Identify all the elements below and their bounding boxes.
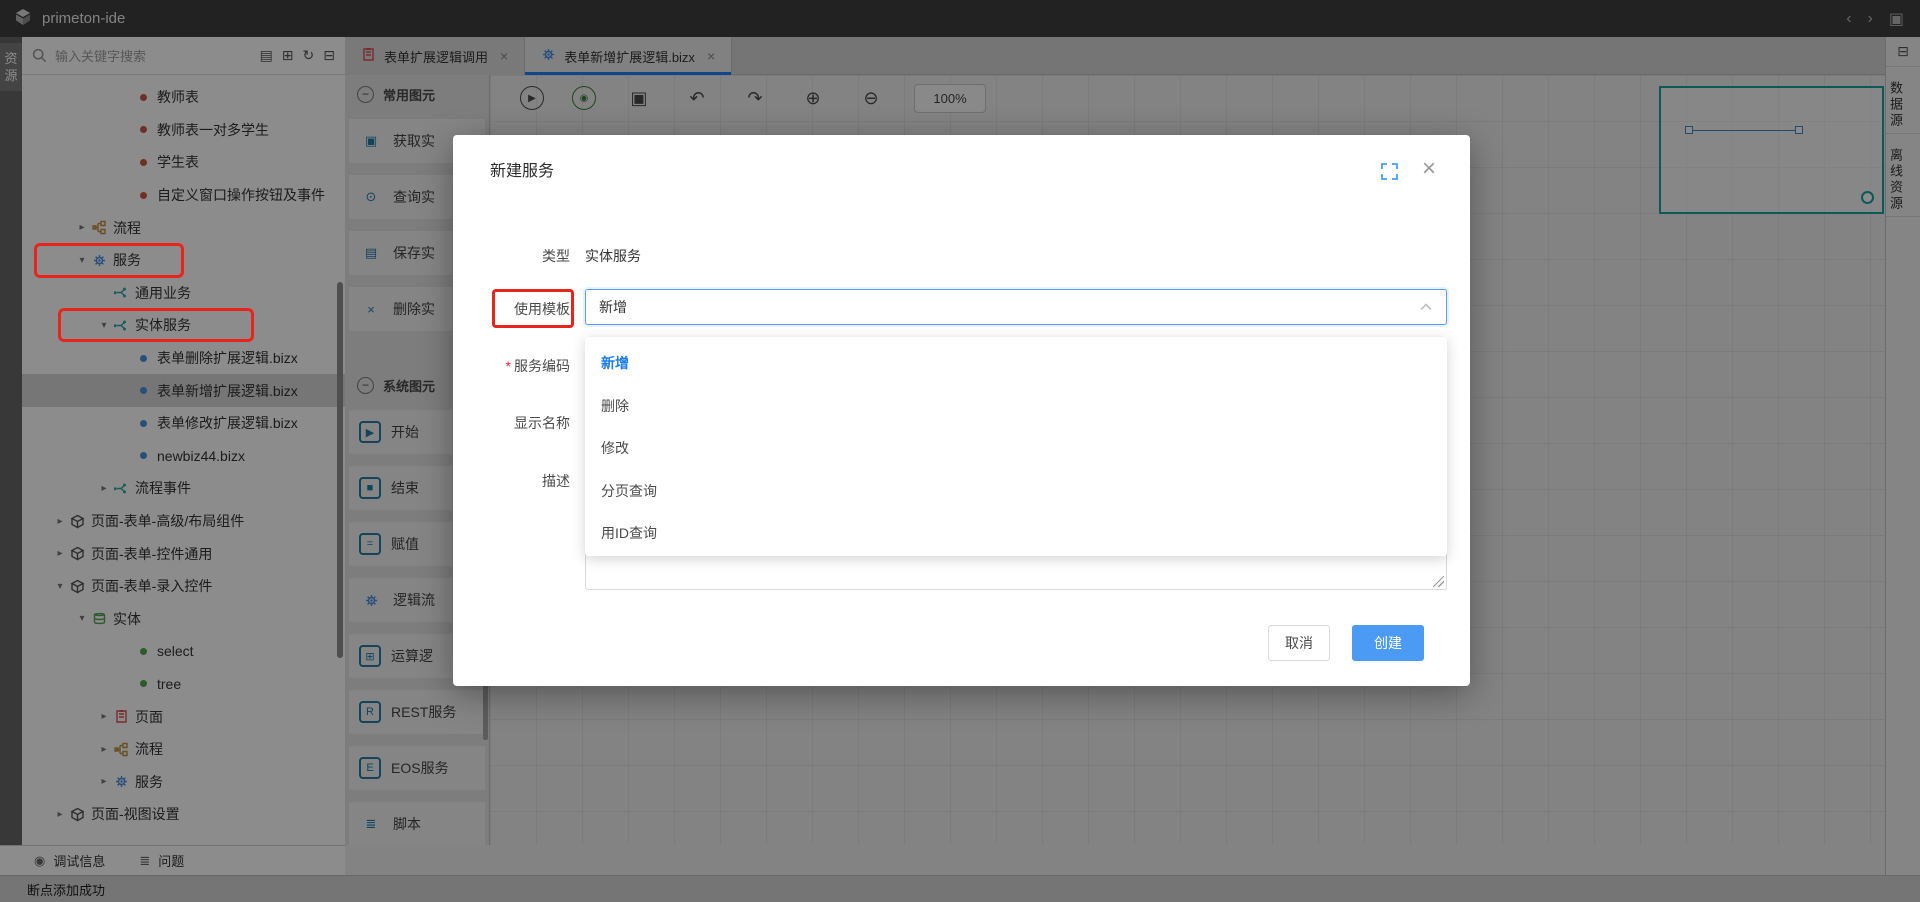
template-label: 使用模板 bbox=[460, 299, 570, 319]
template-select-value: 新增 bbox=[599, 297, 627, 317]
chevron-up-icon bbox=[1420, 303, 1432, 311]
close-icon[interactable]: × bbox=[1422, 155, 1436, 183]
template-select[interactable]: 新增 bbox=[585, 289, 1447, 325]
type-value: 实体服务 bbox=[585, 246, 641, 266]
service-code-label: *服务编码 bbox=[460, 356, 570, 376]
dropdown-option-4[interactable]: 用ID查询 bbox=[585, 512, 1447, 555]
new-service-dialog: 新建服务 × 类型 实体服务 使用模板 新增 *服务编码 显示名称 描述 新增删… bbox=[453, 135, 1470, 686]
dropdown-option-0[interactable]: 新增 bbox=[585, 342, 1447, 385]
type-label: 类型 bbox=[460, 246, 570, 266]
description-label: 描述 bbox=[460, 471, 570, 491]
create-button[interactable]: 创建 bbox=[1352, 625, 1424, 661]
dialog-title: 新建服务 bbox=[490, 157, 554, 181]
cancel-button[interactable]: 取消 bbox=[1268, 625, 1330, 661]
dropdown-option-2[interactable]: 修改 bbox=[585, 427, 1447, 470]
dropdown-option-1[interactable]: 删除 bbox=[585, 385, 1447, 428]
fullscreen-icon[interactable] bbox=[1381, 163, 1398, 183]
required-asterisk: * bbox=[506, 358, 511, 374]
dropdown-option-3[interactable]: 分页查询 bbox=[585, 470, 1447, 513]
display-name-label: 显示名称 bbox=[460, 413, 570, 433]
template-dropdown: 新增删除修改分页查询用ID查询 bbox=[585, 337, 1447, 556]
resize-grip-icon[interactable] bbox=[1433, 576, 1444, 587]
